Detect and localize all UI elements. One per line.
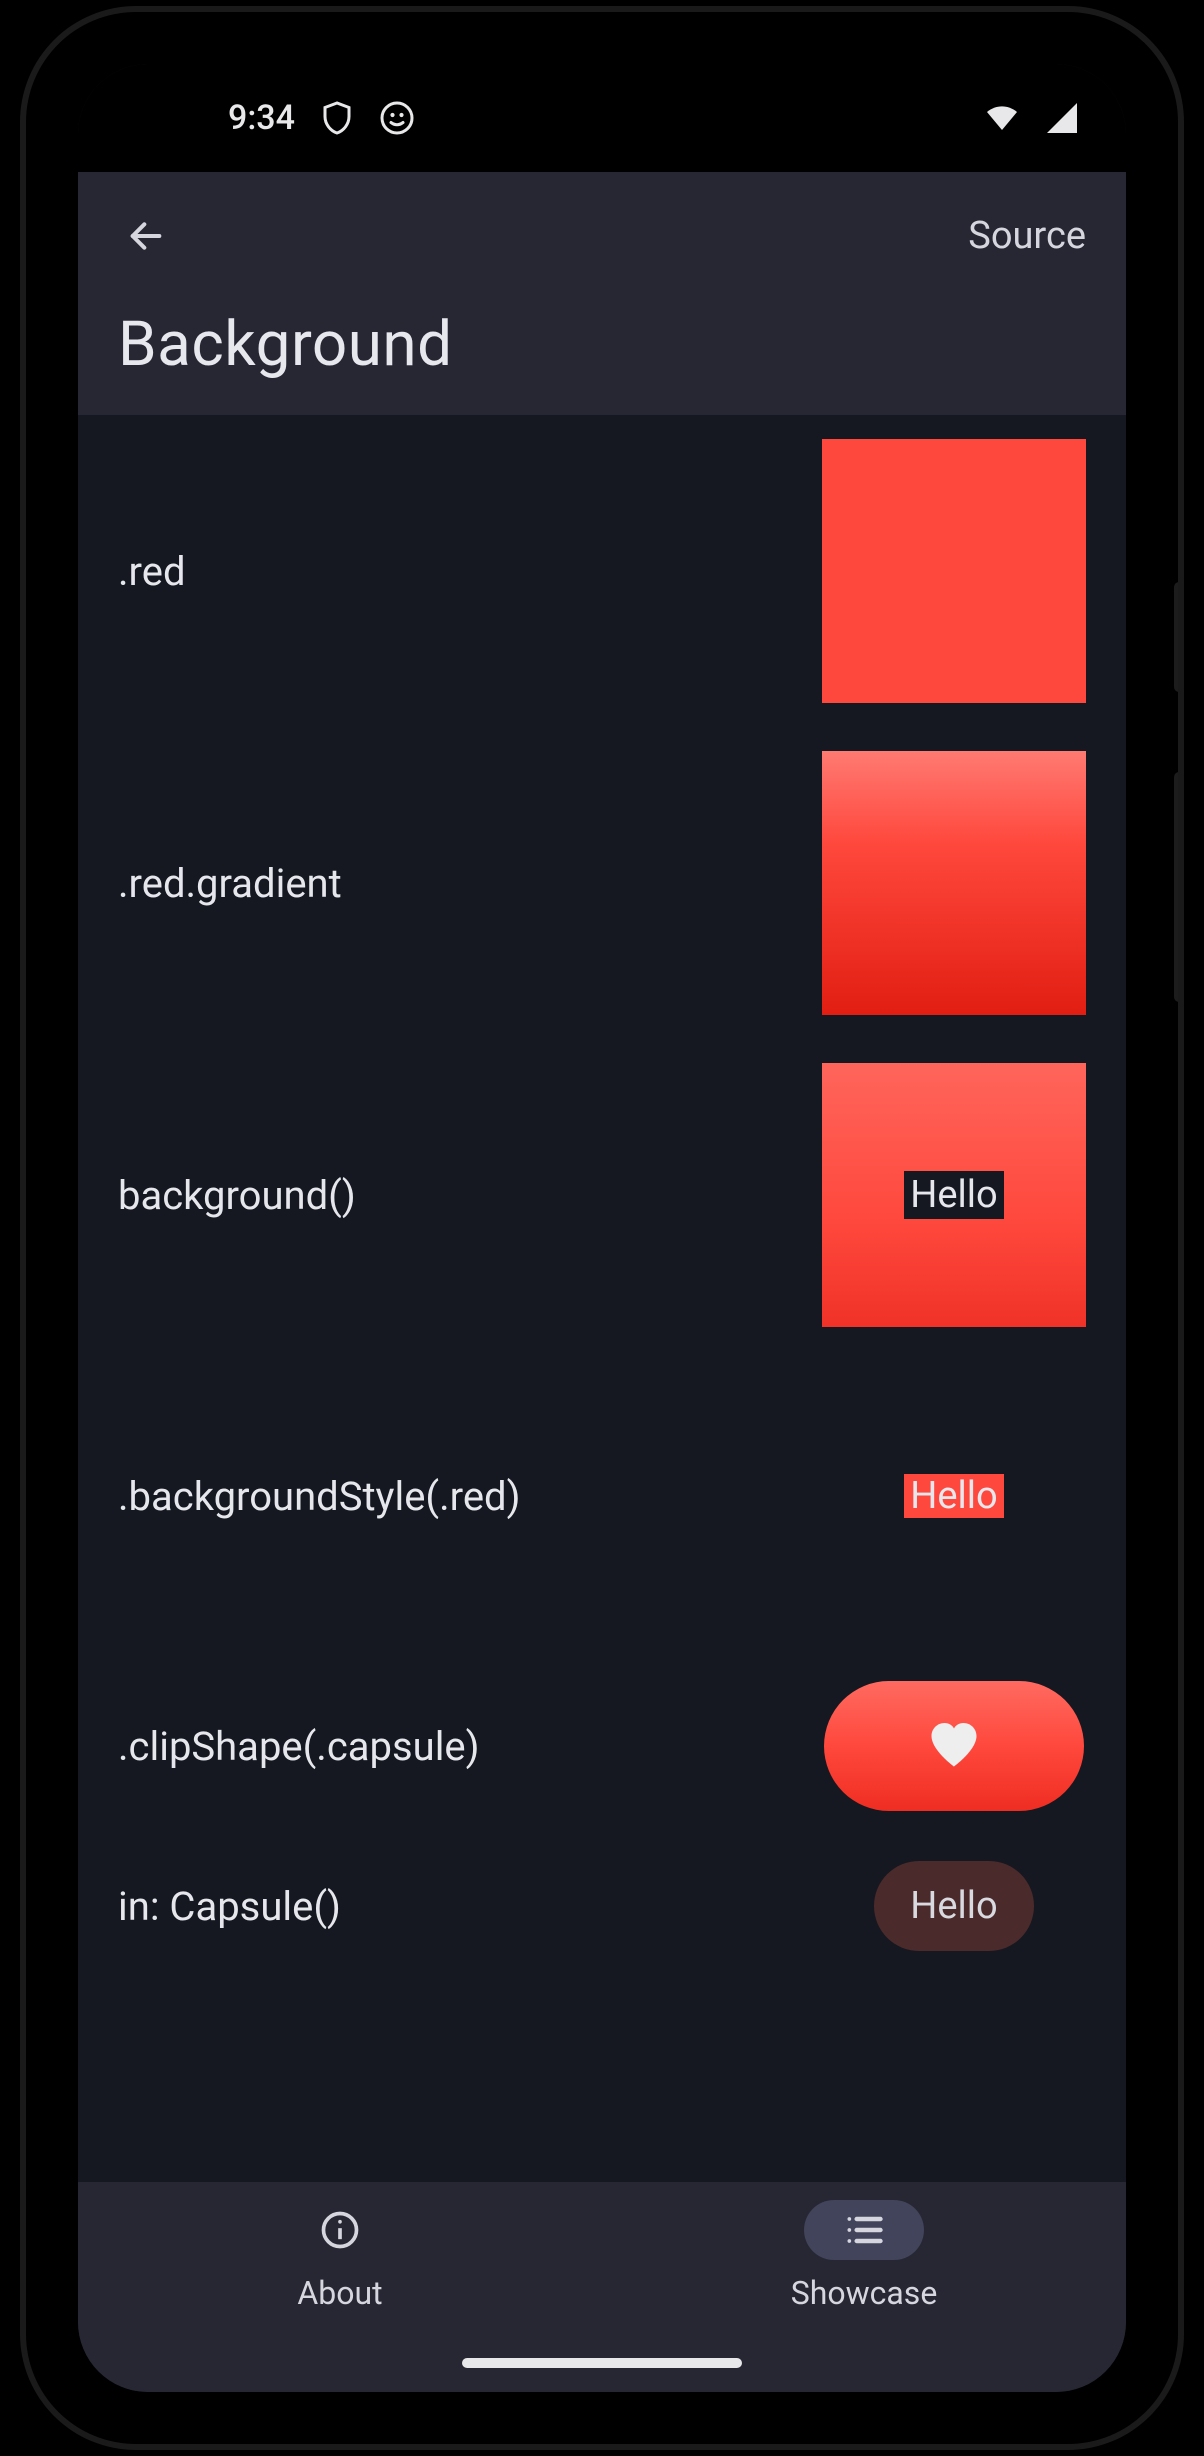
status-bar: 9:34 <box>78 64 1126 172</box>
preview-capsule <box>824 1681 1084 1811</box>
row-label: .backgroundStyle(.red) <box>118 1473 798 1520</box>
shield-icon <box>319 100 355 136</box>
home-indicator[interactable] <box>462 2358 742 2368</box>
preview-text: Hello <box>910 1884 997 1928</box>
preview-red-gradient-square <box>822 751 1086 1015</box>
row-label: in: Capsule() <box>118 1883 798 1930</box>
nav-label: About <box>297 2274 382 2312</box>
row-preview: Hello <box>822 1063 1086 1327</box>
app-bar: Source Background <box>78 172 1126 415</box>
content-list[interactable]: .red .red.gradient background() Hello <box>78 415 1126 2182</box>
list-icon <box>804 2200 924 2260</box>
info-icon <box>280 2200 400 2260</box>
phone-frame: 9:34 Source Background <box>26 12 1178 2444</box>
row-label: .clipShape(.capsule) <box>118 1723 798 1770</box>
list-row-gradient: .red.gradient <box>78 727 1126 1039</box>
row-label: .red <box>118 548 798 595</box>
list-row-backgroundstyle: .backgroundStyle(.red) Hello <box>78 1351 1126 1641</box>
page-title: Background <box>118 308 1086 381</box>
preview-text: Hello <box>904 1171 1003 1219</box>
source-link[interactable]: Source <box>968 214 1086 258</box>
row-label: background() <box>118 1172 798 1219</box>
arrow-left-icon <box>126 216 166 256</box>
row-preview <box>822 439 1086 703</box>
list-row-background: background() Hello <box>78 1039 1126 1351</box>
screen: 9:34 Source Background <box>78 64 1126 2392</box>
nav-label: Showcase <box>791 2274 938 2312</box>
back-button[interactable] <box>118 208 174 264</box>
side-button <box>1174 582 1178 692</box>
preview-dim-capsule: Hello <box>874 1861 1034 1951</box>
row-preview <box>822 751 1086 1015</box>
status-time: 9:34 <box>228 98 295 138</box>
row-label: .red.gradient <box>118 860 798 907</box>
side-button <box>1174 772 1178 1002</box>
row-preview: Hello <box>822 1861 1086 1951</box>
heart-icon <box>924 1714 984 1778</box>
list-row-clipshape: .clipShape(.capsule) <box>78 1641 1126 1851</box>
preview-background-square: Hello <box>822 1063 1086 1327</box>
preview-text: Hello <box>904 1474 1003 1518</box>
wifi-icon <box>984 100 1020 136</box>
cell-signal-icon <box>1044 100 1080 136</box>
face-icon <box>379 100 415 136</box>
row-preview: Hello <box>822 1474 1086 1518</box>
list-row-incapsule: in: Capsule() Hello <box>78 1851 1126 1971</box>
preview-red-square <box>822 439 1086 703</box>
list-row-red: .red <box>78 415 1126 727</box>
row-preview <box>822 1681 1086 1811</box>
